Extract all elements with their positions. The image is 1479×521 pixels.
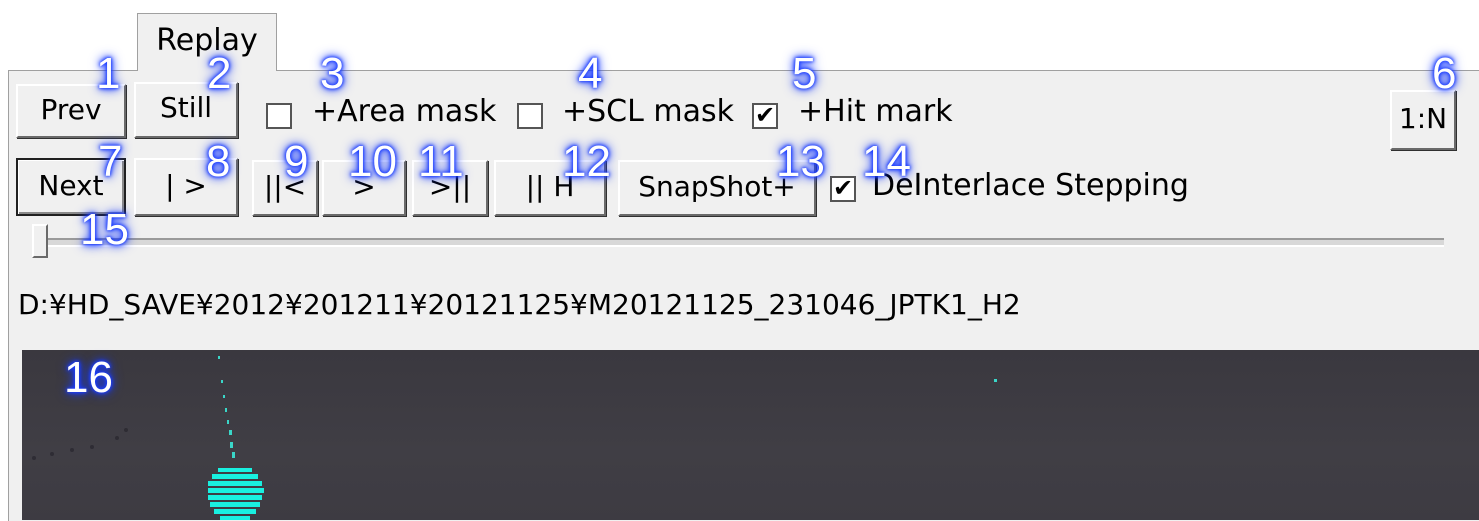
marker-13: 13 (776, 137, 825, 186)
meteor-head (208, 468, 264, 520)
marker-2: 2 (207, 49, 232, 98)
scl-mask-checkbox[interactable] (517, 103, 543, 129)
meteor-trail (218, 356, 235, 458)
scl-mask-label: +SCL mask (562, 94, 734, 129)
marker-6: 6 (1432, 49, 1457, 98)
ratio-button[interactable]: 1:N (1390, 90, 1456, 150)
marker-9: 9 (284, 137, 309, 186)
area-mask-checkbox[interactable] (266, 103, 292, 129)
marker-3: 3 (320, 49, 345, 98)
marker-1: 1 (96, 49, 121, 98)
video-content (32, 356, 997, 520)
marker-8: 8 (206, 137, 231, 186)
deinterlace-checkbox[interactable]: ✔ (830, 176, 856, 202)
file-path-label: D:¥HD_SAVE¥2012¥201211¥20121125¥M2012112… (18, 288, 1021, 321)
marker-5: 5 (792, 49, 817, 98)
marker-10: 10 (348, 137, 397, 186)
hit-mark-checkbox[interactable]: ✔ (752, 103, 778, 129)
marker-16: 16 (64, 353, 113, 402)
marker-11: 11 (418, 137, 464, 186)
deinterlace-label: DeInterlace Stepping (872, 168, 1189, 203)
marker-14: 14 (862, 137, 911, 186)
marker-12: 12 (562, 137, 611, 186)
seek-slider-thumb[interactable] (32, 224, 48, 258)
area-mask-label: +Area mask (312, 94, 497, 129)
video-frame[interactable] (22, 350, 1479, 520)
marker-15: 15 (80, 205, 129, 254)
seek-slider-track[interactable] (34, 238, 1444, 247)
marker-7: 7 (98, 137, 123, 186)
hit-mark-label: +Hit mark (798, 94, 953, 129)
marker-4: 4 (578, 49, 603, 98)
